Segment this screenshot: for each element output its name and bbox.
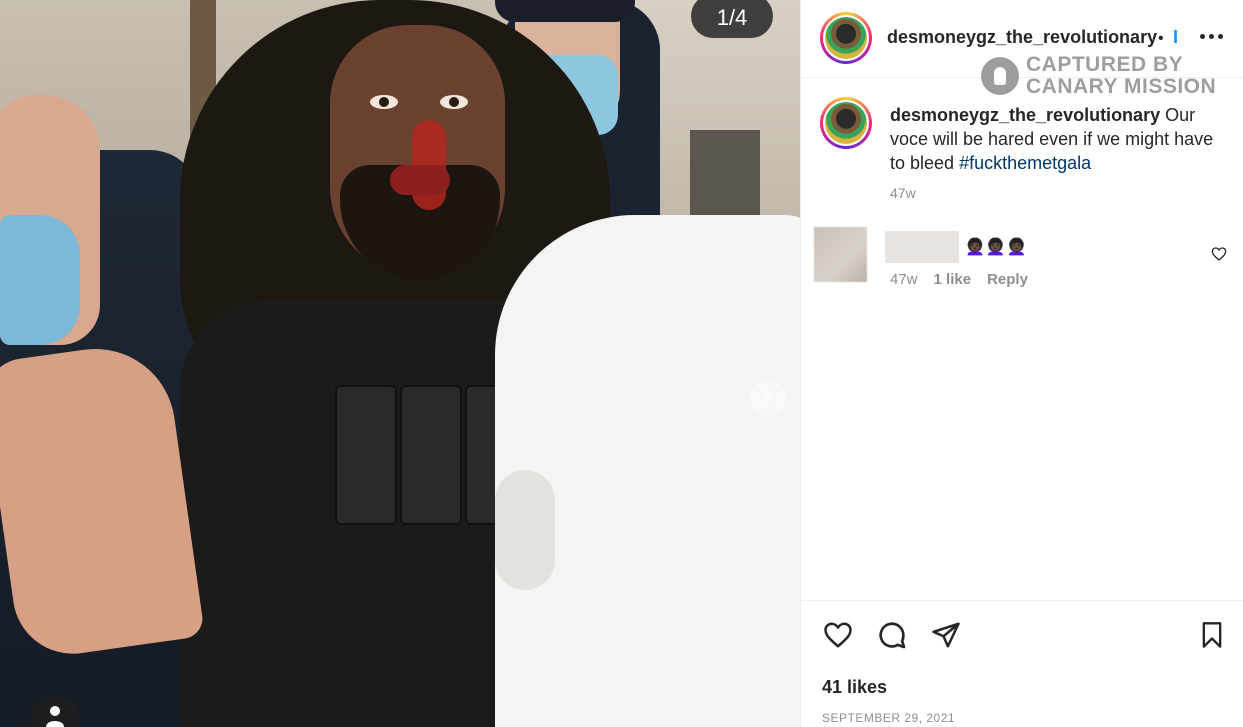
post-actions: 41 likes SEPTEMBER 29, 2021	[801, 600, 1243, 727]
caption-username[interactable]: desmoneygz_the_revolutionary	[890, 105, 1160, 125]
canary-mission-watermark: CAPTURED BY CANARY MISSION	[981, 53, 1221, 101]
heart-icon	[1211, 247, 1227, 266]
caption-hashtag[interactable]: #fuckthemetgala	[959, 153, 1091, 173]
image-counter: 1/4	[691, 0, 773, 38]
officer-cap	[495, 0, 635, 22]
avatar[interactable]	[820, 12, 872, 64]
bookmark-icon	[1198, 620, 1226, 655]
post-date: SEPTEMBER 29, 2021	[822, 711, 956, 725]
heart-icon	[822, 620, 854, 655]
reply-button[interactable]: Reply	[987, 271, 1028, 288]
canary-logo-icon	[981, 57, 1019, 95]
eye	[370, 95, 398, 109]
watermark-line-2: CANARY MISSION	[1026, 75, 1217, 98]
user-tag-icon	[44, 705, 66, 727]
white-shirt-person	[495, 215, 800, 727]
comment-icon	[876, 619, 908, 656]
comment-username-blurred[interactable]	[885, 231, 959, 263]
like-button[interactable]	[820, 619, 856, 655]
caption-text: desmoneygz_the_revolutionary Our voce wi…	[890, 103, 1220, 175]
comment-text: 👩🏿‍🦱👩🏿‍🦱👩🏿‍🦱	[965, 239, 1028, 256]
comment-like-button[interactable]	[1211, 246, 1227, 267]
likes-count[interactable]: 41 likes	[822, 677, 887, 698]
separator-dot: •	[1158, 30, 1164, 47]
eye	[440, 95, 468, 109]
post-username[interactable]: desmoneygz_the_revolutionary	[887, 27, 1157, 48]
caption-timestamp[interactable]: 47w	[890, 185, 916, 201]
follow-button[interactable]: I	[1173, 27, 1178, 48]
comment-button[interactable]	[874, 619, 910, 655]
comment-likes[interactable]: 1 like	[934, 271, 972, 288]
vest-pouch	[400, 385, 462, 525]
background-window	[690, 130, 760, 220]
save-button[interactable]	[1194, 619, 1230, 655]
more-icon[interactable]	[1196, 24, 1226, 48]
vest-pouch	[335, 385, 397, 525]
comment-timestamp[interactable]: 47w	[890, 271, 918, 288]
subject-mouth	[390, 165, 450, 195]
chevron-right-icon	[761, 389, 775, 408]
next-image-button[interactable]	[751, 381, 785, 415]
share-button[interactable]	[928, 619, 964, 655]
share-icon	[931, 620, 961, 655]
post-image[interactable]: 1/4	[0, 0, 800, 727]
watermark-line-1: CAPTURED BY	[1026, 53, 1184, 76]
comment-avatar[interactable]	[814, 227, 867, 282]
comment-item: 👩🏿‍🦱👩🏿‍🦱👩🏿‍🦱 47w 1 like Reply	[801, 226, 1243, 296]
caption-avatar[interactable]	[820, 97, 872, 149]
shirt-shadow	[495, 470, 555, 590]
comment-meta: 47w 1 like Reply	[890, 271, 1028, 288]
face-mask-left	[0, 215, 80, 345]
post-side-panel: desmoneygz_the_revolutionary • I CAPTURE…	[800, 0, 1243, 727]
